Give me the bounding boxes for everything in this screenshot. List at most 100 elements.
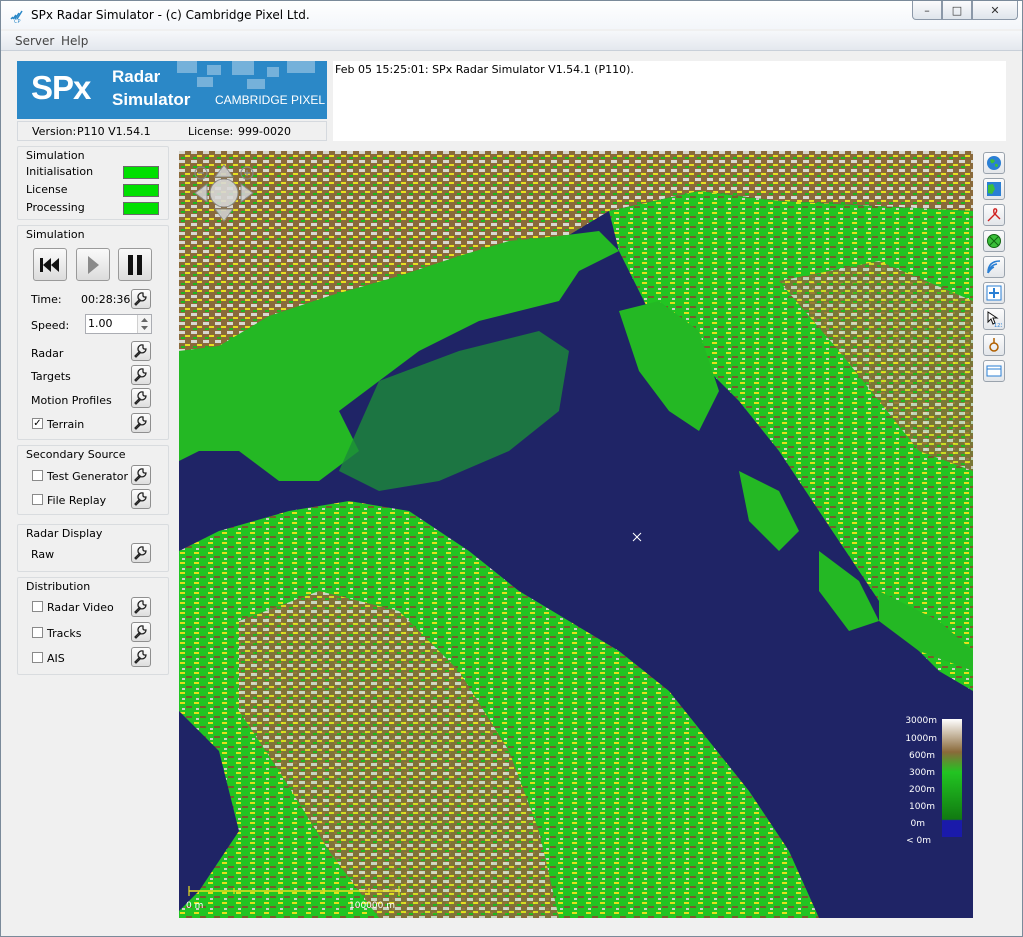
pause-button[interactable] — [118, 248, 152, 281]
map-icon — [987, 182, 1001, 196]
status-license-led — [123, 184, 159, 197]
logo-simulator-text: Simulator — [112, 90, 191, 109]
terrain-checkbox[interactable]: ✓ — [32, 418, 43, 429]
rewind-button[interactable] — [33, 248, 67, 281]
menu-server[interactable]: Server — [15, 34, 54, 48]
radar-video-checkbox[interactable] — [32, 601, 43, 612]
license-value: 999-0020 — [238, 125, 291, 138]
secondary-group-title: Secondary Source — [26, 448, 126, 461]
terrain-label: Terrain — [47, 418, 85, 431]
close-button[interactable]: ✕ — [972, 1, 1018, 20]
legend-label: 1000m — [905, 734, 937, 744]
test-generator-label: Test Generator — [47, 470, 129, 483]
logo-company-text: CAMBRIDGE PIXEL — [215, 93, 326, 107]
add-target-button[interactable] — [983, 282, 1005, 304]
simulation-group-title: Simulation — [26, 228, 85, 241]
scale-end-label: 100000 m — [349, 901, 395, 911]
wrench-icon — [134, 344, 147, 358]
status-initialisation-label: Initialisation — [26, 165, 94, 178]
targets-settings-button[interactable] — [131, 365, 151, 385]
tracks-label: Tracks — [47, 627, 82, 640]
status-group: Simulation Initialisation License Proces… — [17, 146, 169, 220]
wrench-icon — [134, 292, 147, 306]
wrench-icon — [134, 468, 147, 482]
map-layer-button[interactable] — [983, 178, 1005, 200]
play-icon — [88, 255, 99, 274]
ais-settings-button[interactable] — [131, 647, 151, 667]
speed-label: Speed: — [31, 319, 70, 332]
legend-label: < 0m — [906, 836, 931, 846]
wrench-icon — [134, 546, 147, 560]
svg-text:123: 123 — [994, 323, 1002, 327]
file-replay-checkbox[interactable] — [32, 494, 43, 505]
time-label: Time: — [31, 293, 62, 306]
measure-button[interactable] — [983, 360, 1005, 382]
radar-display-title: Radar Display — [26, 527, 103, 540]
motion-settings-button[interactable] — [131, 388, 151, 408]
wrench-icon — [134, 416, 147, 430]
file-replay-settings-button[interactable] — [131, 489, 151, 509]
ais-label: AIS — [47, 652, 65, 665]
radar-icon — [987, 234, 1001, 248]
svg-text:CP: CP — [14, 19, 21, 23]
window-title: SPx Radar Simulator - (c) Cambridge Pixe… — [31, 8, 310, 22]
signal-icon — [987, 260, 1001, 274]
globe-icon — [987, 156, 1001, 170]
terrain-settings-button[interactable] — [131, 413, 151, 433]
menu-bar: Server Help — [1, 31, 1022, 51]
spx-logo: SPx Radar Simulator CAMBRIDGE PIXEL — [17, 61, 327, 119]
speed-spinbox[interactable]: 1.00 — [85, 314, 152, 334]
ais-checkbox[interactable] — [32, 652, 43, 663]
minimize-icon: – — [924, 3, 930, 17]
status-processing-label: Processing — [26, 201, 85, 214]
message-log[interactable]: Feb 05 15:25:01: SPx Radar Simulator V1.… — [333, 61, 1006, 141]
minimize-button[interactable]: – — [912, 1, 942, 20]
legend-label: 0m — [910, 819, 926, 829]
status-license-label: License — [26, 183, 68, 196]
radar-video-label: Radar Video — [47, 601, 114, 614]
log-line: Feb 05 15:25:01: SPx Radar Simulator V1.… — [335, 63, 634, 76]
signal-button[interactable] — [983, 256, 1005, 278]
radar-settings-button[interactable] — [131, 341, 151, 361]
plus-icon — [986, 285, 1002, 301]
play-button[interactable] — [76, 248, 110, 281]
route-icon — [987, 208, 1001, 222]
logo-spx-text: SPx — [31, 69, 91, 106]
legend-label: 3000m — [905, 716, 937, 726]
radar-sweep-button[interactable] — [983, 230, 1005, 252]
test-generator-checkbox[interactable] — [32, 470, 43, 481]
maximize-button[interactable]: □ — [942, 1, 972, 20]
version-value: P110 V1.54.1 — [77, 125, 151, 138]
menu-help[interactable]: Help — [61, 34, 88, 48]
legend-label: 300m — [909, 768, 935, 778]
speed-stepper[interactable] — [137, 315, 151, 333]
wrench-icon — [134, 368, 147, 382]
wrench-icon — [134, 391, 147, 405]
tracks-checkbox[interactable] — [32, 627, 43, 638]
time-settings-button[interactable] — [131, 289, 151, 309]
position-marker-button[interactable] — [983, 334, 1005, 356]
select-label-button[interactable]: 123 — [983, 308, 1005, 330]
rewind-icon — [40, 257, 59, 272]
app-icon: CP — [10, 10, 23, 23]
radar-label: Radar — [31, 347, 64, 360]
status-initialisation-led — [123, 166, 159, 179]
radar-map-view[interactable]: 3000m 1000m 600m 300m 200m 100m 0m < 0m … — [179, 151, 973, 918]
raw-display-settings-button[interactable] — [131, 543, 151, 563]
title-bar: CP SPx Radar Simulator - (c) Cambridge P… — [1, 1, 1022, 29]
close-icon: ✕ — [990, 3, 1000, 17]
motion-profiles-label: Motion Profiles — [31, 394, 112, 407]
ruler-icon — [986, 365, 1002, 377]
targets-label: Targets — [31, 370, 71, 383]
tracks-settings-button[interactable] — [131, 622, 151, 642]
speed-value: 1.00 — [88, 317, 113, 330]
radar-video-settings-button[interactable] — [131, 597, 151, 617]
route-tool-button[interactable] — [983, 204, 1005, 226]
globe-view-button[interactable] — [983, 152, 1005, 174]
logo-radar-text: Radar — [112, 67, 161, 86]
raw-label: Raw — [31, 548, 55, 561]
test-generator-settings-button[interactable] — [131, 465, 151, 485]
check-icon: ✓ — [33, 418, 42, 429]
legend-label: 100m — [909, 802, 935, 812]
logo-pattern — [177, 61, 315, 89]
